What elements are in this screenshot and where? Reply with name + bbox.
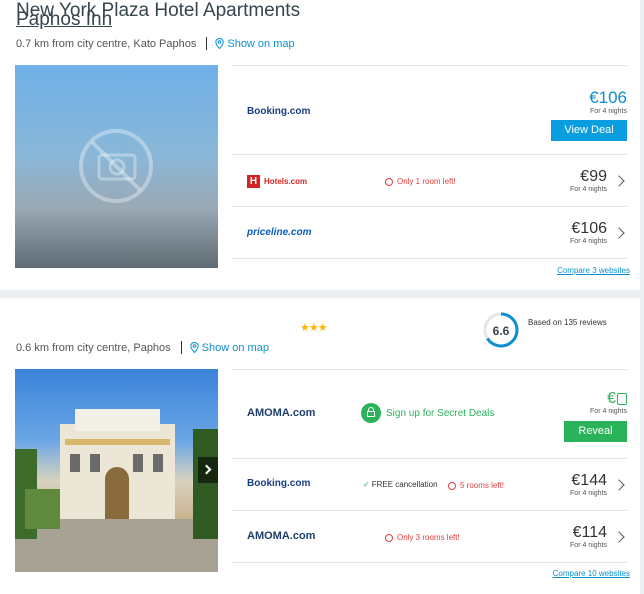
hotel-name[interactable]: New York Plaza Hotel Apartments bbox=[16, 0, 300, 22]
distance-text: 0.7 km from city centre, Kato Paphos bbox=[16, 37, 197, 50]
clock-icon bbox=[385, 533, 393, 542]
hotel-building-image bbox=[15, 409, 218, 572]
map-pin-icon bbox=[215, 38, 225, 49]
price-value: € bbox=[607, 390, 616, 407]
lock-icon bbox=[361, 403, 381, 423]
hotel-photo[interactable] bbox=[15, 369, 218, 572]
price-block: € For 4 nights bbox=[590, 390, 627, 415]
nights-text: For 4 nights bbox=[570, 542, 607, 549]
clock-icon bbox=[448, 481, 456, 490]
provider-logo: Booking.com bbox=[247, 478, 311, 489]
secret-deals-promo[interactable]: Sign up for Secret Deals bbox=[361, 403, 494, 423]
hotel-photo-placeholder[interactable] bbox=[15, 65, 218, 268]
price-value: €114 bbox=[572, 524, 607, 541]
availability-warning: Only 3 rooms left! bbox=[385, 533, 460, 542]
price-block: €106 For 4 nights bbox=[570, 220, 607, 245]
hotel-location: 0.7 km from city centre, Kato Paphos Sho… bbox=[16, 37, 295, 50]
clock-icon bbox=[385, 177, 393, 186]
provider-logo: Booking.com bbox=[247, 106, 311, 117]
show-on-map-label[interactable]: Show on map bbox=[227, 38, 294, 50]
price-value: €106 bbox=[571, 220, 607, 237]
reviews-count: Based on 135 reviews bbox=[528, 318, 607, 327]
rating-gauge[interactable]: 6.6 bbox=[482, 311, 520, 349]
reveal-button[interactable]: Reveal bbox=[564, 421, 627, 442]
divider bbox=[232, 562, 627, 563]
star-icon: ★ bbox=[308, 322, 319, 334]
price-value: €99 bbox=[580, 168, 607, 185]
show-on-map-link[interactable]: Show on map bbox=[215, 38, 295, 50]
distance-text: 0.6 km from city centre, Paphos bbox=[16, 341, 171, 354]
deal-row-hotels[interactable]: H Hotels.com Only 1 room left! €99 For 4… bbox=[232, 154, 627, 206]
deal-row-amoma[interactable]: AMOMA.com Only 3 rooms left! €114 For 4 … bbox=[232, 510, 627, 562]
show-on-map-label[interactable]: Show on map bbox=[202, 342, 269, 354]
compare-websites-link[interactable]: Compare 10 websites bbox=[553, 569, 630, 578]
deal-row-priceline[interactable]: priceline.com €106 For 4 nights bbox=[232, 206, 627, 258]
chevron-right-icon[interactable] bbox=[613, 531, 625, 543]
view-deal-button[interactable]: View Deal bbox=[551, 120, 627, 141]
provider-logo: priceline.com bbox=[247, 227, 312, 238]
star-icon: ★ bbox=[300, 322, 310, 334]
chevron-right-icon bbox=[201, 464, 212, 475]
rating-score: 6.6 bbox=[493, 324, 510, 338]
compare-websites-link[interactable]: Compare 3 websites bbox=[557, 266, 630, 275]
chevron-right-icon[interactable] bbox=[613, 479, 625, 491]
nights-text: For 4 nights bbox=[570, 490, 607, 497]
nights-text: For 4 nights bbox=[570, 186, 607, 193]
price-block: €106 For 4 nights bbox=[589, 88, 627, 115]
hotel-location: 0.6 km from city centre, Paphos Show on … bbox=[16, 341, 269, 354]
deal-row-booking[interactable]: Booking.com €106 For 4 nights View Deal bbox=[232, 65, 627, 154]
map-pin-icon bbox=[189, 342, 199, 353]
hotels-h-icon: H bbox=[247, 175, 260, 188]
provider-logo: AMOMA.com bbox=[247, 407, 316, 419]
free-cancellation: ✓ FREE cancellation bbox=[363, 480, 438, 489]
check-icon: ✓ bbox=[363, 480, 370, 489]
star-rating: ★★★ bbox=[300, 321, 328, 334]
lock-icon bbox=[617, 393, 627, 405]
provider-logo: AMOMA.com bbox=[247, 530, 316, 542]
provider-logo: H Hotels.com bbox=[247, 175, 307, 188]
deal-row-amoma[interactable]: AMOMA.com Sign up for Secret Deals € For… bbox=[232, 369, 627, 458]
chevron-right-icon[interactable] bbox=[613, 175, 625, 187]
price-block: €144 For 4 nights bbox=[570, 472, 607, 497]
chevron-right-icon[interactable] bbox=[613, 227, 625, 239]
price-value: €144 bbox=[571, 472, 607, 489]
availability-warning: 5 rooms left! bbox=[448, 481, 504, 490]
nights-text: For 4 nights bbox=[590, 408, 627, 415]
show-on-map-link[interactable]: Show on map bbox=[189, 342, 269, 354]
price-block: €99 For 4 nights bbox=[570, 168, 607, 193]
price-value: €106 bbox=[589, 88, 627, 107]
star-icon: ★ bbox=[317, 322, 328, 334]
no-photo-icon bbox=[79, 129, 153, 203]
price-block: €114 For 4 nights bbox=[570, 524, 607, 549]
nights-text: For 4 nights bbox=[570, 238, 607, 245]
deal-row-booking[interactable]: Booking.com ✓ FREE cancellation 5 rooms … bbox=[232, 458, 627, 510]
nights-text: For 4 nights bbox=[590, 108, 627, 115]
availability-warning: Only 1 room left! bbox=[385, 177, 456, 186]
next-photo-button[interactable] bbox=[198, 457, 218, 483]
divider bbox=[232, 258, 627, 259]
